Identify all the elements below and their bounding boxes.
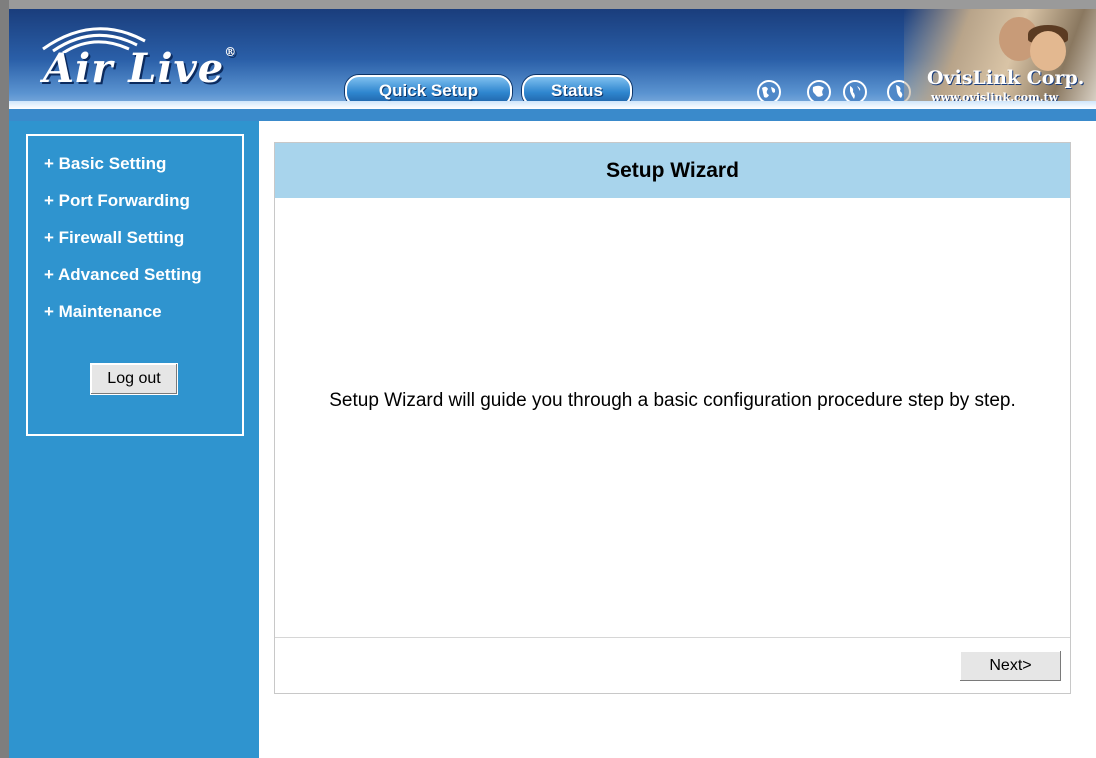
sidebar-item-advanced-setting[interactable]: + Advanced Setting [44, 265, 202, 285]
airlive-logo: Air Live® [43, 45, 237, 92]
sidebar: + Basic Setting + Port Forwarding + Fire… [9, 121, 259, 758]
header-divider-blue [9, 109, 1096, 121]
header-divider [9, 101, 1096, 109]
wizard-description: Setup Wizard will guide you through a ba… [329, 390, 1016, 411]
header-banner: Air Live® Quick Setup Status OvisLink Co… [9, 9, 1096, 121]
logout-button[interactable]: Log out [90, 363, 178, 395]
next-button[interactable]: Next> [959, 650, 1062, 682]
panel-footer: Next> [275, 637, 1070, 694]
registered-mark: ® [224, 45, 238, 59]
sidebar-menu: + Basic Setting + Port Forwarding + Fire… [26, 134, 244, 436]
sidebar-item-maintenance[interactable]: + Maintenance [44, 302, 162, 322]
sidebar-item-firewall-setting[interactable]: + Firewall Setting [44, 228, 184, 248]
window-frame-top [0, 0, 1096, 9]
sidebar-item-port-forwarding[interactable]: + Port Forwarding [44, 191, 190, 211]
page-title: Setup Wizard [275, 143, 1070, 198]
sidebar-item-basic-setting[interactable]: + Basic Setting [44, 154, 166, 174]
window-frame-left [0, 0, 9, 758]
company-name: OvisLink Corp. [927, 67, 1085, 89]
photo-person-2 [1030, 31, 1066, 71]
setup-wizard-panel: Setup Wizard Setup Wizard will guide you… [274, 142, 1071, 694]
logo-text: Air Live [43, 45, 225, 92]
